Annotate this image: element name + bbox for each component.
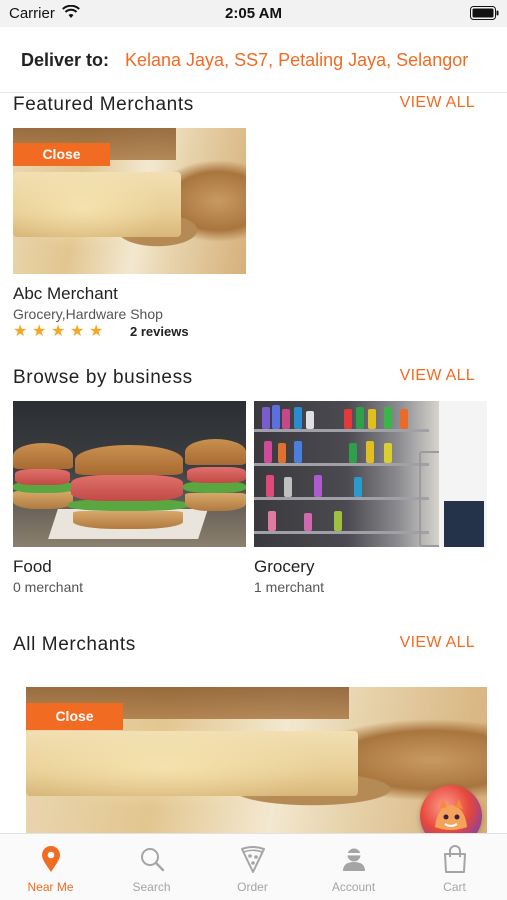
grocery-category-image[interactable] bbox=[254, 401, 487, 547]
star-icon: ★ bbox=[51, 323, 66, 340]
category-name-food[interactable]: Food bbox=[13, 557, 52, 577]
deliver-bar[interactable]: Deliver to: Kelana Jaya, SS7, Petaling J… bbox=[0, 27, 507, 93]
status-bar: Carrier 2:05 AM bbox=[0, 0, 507, 27]
merchant-categories: Grocery,Hardware Shop bbox=[13, 306, 163, 322]
star-icon: ★ bbox=[89, 323, 104, 340]
bottom-tab-bar: Near Me Search Order Account Cart bbox=[0, 833, 507, 900]
battery-icon bbox=[470, 6, 499, 20]
tab-search[interactable]: Search bbox=[101, 834, 202, 900]
tab-label: Order bbox=[237, 880, 268, 894]
browse-view-all-link[interactable]: VIEW ALL bbox=[400, 367, 475, 385]
tab-order[interactable]: Order bbox=[202, 834, 303, 900]
browse-by-business-title: Browse by business bbox=[13, 367, 193, 388]
tab-near-me[interactable]: Near Me bbox=[0, 834, 101, 900]
category-name-grocery[interactable]: Grocery bbox=[254, 557, 314, 577]
food-category-image[interactable] bbox=[13, 401, 246, 547]
clock-label: 2:05 AM bbox=[225, 5, 282, 22]
tab-label: Cart bbox=[443, 880, 466, 894]
tab-account[interactable]: Account bbox=[303, 834, 404, 900]
featured-merchants-title: Featured Merchants bbox=[13, 94, 194, 115]
star-icon: ★ bbox=[32, 323, 47, 340]
shopping-bag-icon bbox=[444, 845, 466, 873]
fox-mascot-icon bbox=[435, 799, 467, 830]
tab-label: Near Me bbox=[27, 880, 74, 894]
tab-label: Search bbox=[132, 880, 171, 894]
tab-label: Account bbox=[331, 880, 376, 894]
user-icon bbox=[343, 848, 365, 871]
featured-view-all-link[interactable]: VIEW ALL bbox=[400, 94, 475, 112]
star-icon: ★ bbox=[13, 323, 28, 340]
all-merchants-title: All Merchants bbox=[13, 634, 136, 655]
category-count-food: 0 merchant bbox=[13, 579, 84, 595]
review-count: 2 reviews bbox=[130, 324, 189, 339]
delivery-address[interactable]: Kelana Jaya, SS7, Petaling Jaya, Selango… bbox=[125, 50, 485, 71]
tab-cart[interactable]: Cart bbox=[404, 834, 505, 900]
deliver-label: Deliver to: bbox=[21, 50, 110, 70]
star-icon: ★ bbox=[70, 323, 85, 340]
merchant-name[interactable]: Abc Merchant bbox=[13, 284, 118, 304]
all-merchants-view-all-link[interactable]: VIEW ALL bbox=[400, 634, 475, 652]
search-icon bbox=[141, 848, 165, 872]
category-count-grocery: 1 merchant bbox=[254, 579, 325, 595]
close-status-badge: Close bbox=[26, 703, 123, 730]
pizza-icon bbox=[241, 846, 265, 873]
close-status-badge: Close bbox=[13, 143, 110, 166]
location-pin-icon bbox=[42, 846, 60, 872]
